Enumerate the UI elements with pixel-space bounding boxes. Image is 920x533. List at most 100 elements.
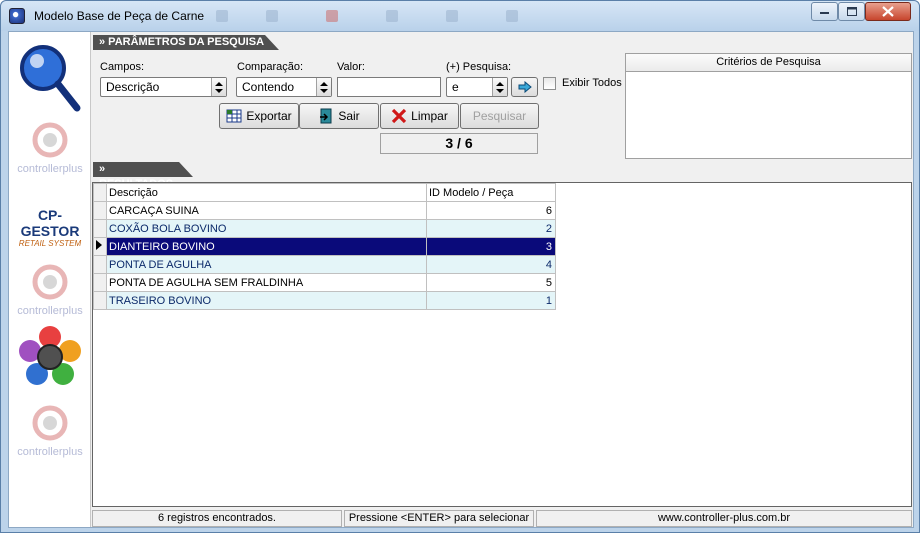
- table-row[interactable]: TRASEIRO BOVINO 1: [93, 291, 556, 310]
- cell-id: 5: [426, 273, 556, 292]
- column-header-id[interactable]: ID Modelo / Peça: [426, 183, 556, 202]
- arrow-right-icon: [518, 81, 532, 93]
- exportar-button[interactable]: Exportar: [219, 103, 299, 129]
- controllerplus-text: controllerplus: [17, 163, 83, 175]
- status-bar: 6 registros encontrados. Pressione <ENTE…: [92, 510, 912, 527]
- color-flower-icon: [19, 326, 81, 385]
- campos-label: Campos:: [100, 61, 145, 73]
- cell-descricao: PONTA DE AGULHA SEM FRALDINHA: [106, 273, 427, 292]
- cell-id: 1: [426, 291, 556, 310]
- status-hint: Pressione <ENTER> para selecionar: [344, 510, 534, 527]
- up-down-arrows-icon: [215, 82, 223, 93]
- criteria-header: Critérios de Pesquisa: [626, 54, 911, 72]
- client-area: controllerplus CP-GESTOR RETAIL SYSTEM c…: [8, 31, 914, 528]
- controllerplus-swirl-icon: [32, 264, 68, 300]
- background-toolbar-icon: [216, 10, 228, 22]
- column-header-descricao[interactable]: Descrição: [106, 183, 427, 202]
- up-down-arrows-icon: [320, 82, 328, 93]
- controllerplus-swirl-icon: [32, 122, 68, 158]
- sair-label: Sair: [338, 109, 360, 123]
- controllerplus-text: controllerplus: [17, 446, 83, 458]
- background-toolbar-icon: [446, 10, 458, 22]
- row-indicator: [93, 255, 107, 274]
- minimize-button[interactable]: [811, 2, 838, 21]
- criteria-panel: Critérios de Pesquisa: [625, 53, 912, 159]
- exibir-todos-label: Exibir Todos: [562, 77, 622, 89]
- campos-spin-button[interactable]: [211, 78, 226, 96]
- limpar-button[interactable]: Limpar: [380, 103, 459, 129]
- table-row-selected[interactable]: DIANTEIRO BOVINO 3: [93, 237, 556, 256]
- background-toolbar-icon: [386, 10, 398, 22]
- background-toolbar-icon: [326, 10, 338, 22]
- pesquisa-select-value: e: [452, 80, 459, 94]
- cp-gestor-subtitle: RETAIL SYSTEM: [18, 239, 82, 248]
- campos-select-value: Descrição: [106, 80, 160, 94]
- cp-gestor-logo: CP-GESTOR RETAIL SYSTEM: [10, 207, 90, 248]
- cell-descricao: PONTA DE AGULHA: [106, 255, 427, 274]
- comparacao-select-value: Contendo: [242, 80, 295, 94]
- exportar-label: Exportar: [246, 109, 292, 123]
- close-window-button[interactable]: [865, 2, 911, 21]
- magnifier-search-icon: [20, 45, 81, 112]
- pesquisa-spin-button[interactable]: [492, 78, 507, 96]
- comparacao-select[interactable]: Contendo: [236, 77, 332, 97]
- window-title: Modelo Base de Peça de Carne: [34, 9, 205, 23]
- row-indicator: [93, 237, 107, 256]
- background-toolbar-icon: [266, 10, 278, 22]
- results-grid[interactable]: Descrição ID Modelo / Peça CARCAÇA SUINA…: [92, 182, 912, 507]
- pesquisa-select[interactable]: e: [446, 77, 508, 97]
- app-icon: [9, 8, 25, 24]
- row-indicator: [93, 291, 107, 310]
- results-table: Descrição ID Modelo / Peça CARCAÇA SUINA…: [93, 183, 556, 310]
- pesquisar-label: Pesquisar: [472, 109, 527, 123]
- controllerplus-logo: controllerplus: [15, 403, 85, 458]
- record-counter: 3 / 6: [380, 133, 538, 154]
- current-row-pointer-icon: [96, 240, 102, 250]
- limpar-label: Limpar: [411, 109, 448, 123]
- title-bar[interactable]: Modelo Base de Peça de Carne: [1, 1, 919, 31]
- row-indicator-header: [93, 183, 107, 202]
- controllerplus-logo: controllerplus: [15, 262, 85, 317]
- cell-descricao: COXÃO BOLA BOVINO: [106, 219, 427, 238]
- table-row[interactable]: PONTA DE AGULHA 4: [93, 255, 556, 274]
- params-section-header: » PARÂMETROS DA PESQUISA: [93, 35, 279, 50]
- sair-button[interactable]: Sair: [299, 103, 379, 129]
- background-toolbar-icon: [506, 10, 518, 22]
- cell-id: 4: [426, 255, 556, 274]
- left-logo-bar: controllerplus CP-GESTOR RETAIL SYSTEM c…: [9, 32, 91, 527]
- row-indicator: [93, 273, 107, 292]
- table-header-row: Descrição ID Modelo / Peça: [93, 183, 556, 202]
- cell-id: 2: [426, 219, 556, 238]
- controllerplus-logo: controllerplus: [15, 120, 85, 175]
- valor-label: Valor:: [337, 61, 365, 73]
- search-parameters-panel: » PARÂMETROS DA PESQUISA Campos: Descriç…: [91, 32, 625, 159]
- exit-door-icon: [320, 108, 332, 124]
- valor-input[interactable]: [337, 77, 441, 97]
- row-indicator: [93, 201, 107, 220]
- table-row[interactable]: CARCAÇA SUINA 6: [93, 201, 556, 220]
- pesquisar-button[interactable]: Pesquisar: [460, 103, 539, 129]
- comparacao-label: Comparação:: [237, 61, 304, 73]
- add-criteria-button[interactable]: [511, 77, 538, 97]
- cell-descricao: CARCAÇA SUINA: [106, 201, 427, 220]
- app-window: Modelo Base de Peça de Carne controllerp…: [0, 0, 920, 533]
- campos-select[interactable]: Descrição: [100, 77, 227, 97]
- cell-descricao: DIANTEIRO BOVINO: [106, 237, 427, 256]
- controllerplus-text: controllerplus: [17, 305, 83, 317]
- pesquisa-label: (+) Pesquisa:: [446, 61, 512, 73]
- row-indicator: [93, 219, 107, 238]
- status-website: www.controller-plus.com.br: [536, 510, 912, 527]
- cell-id: 3: [426, 237, 556, 256]
- maximize-icon: [846, 7, 857, 16]
- maximize-button[interactable]: [838, 2, 865, 21]
- status-record-count: 6 registros encontrados.: [92, 510, 342, 527]
- controllerplus-swirl-icon: [32, 405, 68, 441]
- cp-gestor-title: CP-GESTOR: [20, 207, 80, 239]
- exibir-todos-checkbox[interactable]: [543, 77, 556, 90]
- table-row[interactable]: PONTA DE AGULHA SEM FRALDINHA 5: [93, 273, 556, 292]
- cell-id: 6: [426, 201, 556, 220]
- clear-x-icon: [392, 108, 407, 124]
- table-row[interactable]: COXÃO BOLA BOVINO 2: [93, 219, 556, 238]
- comparacao-spin-button[interactable]: [316, 78, 331, 96]
- close-icon: [882, 6, 894, 17]
